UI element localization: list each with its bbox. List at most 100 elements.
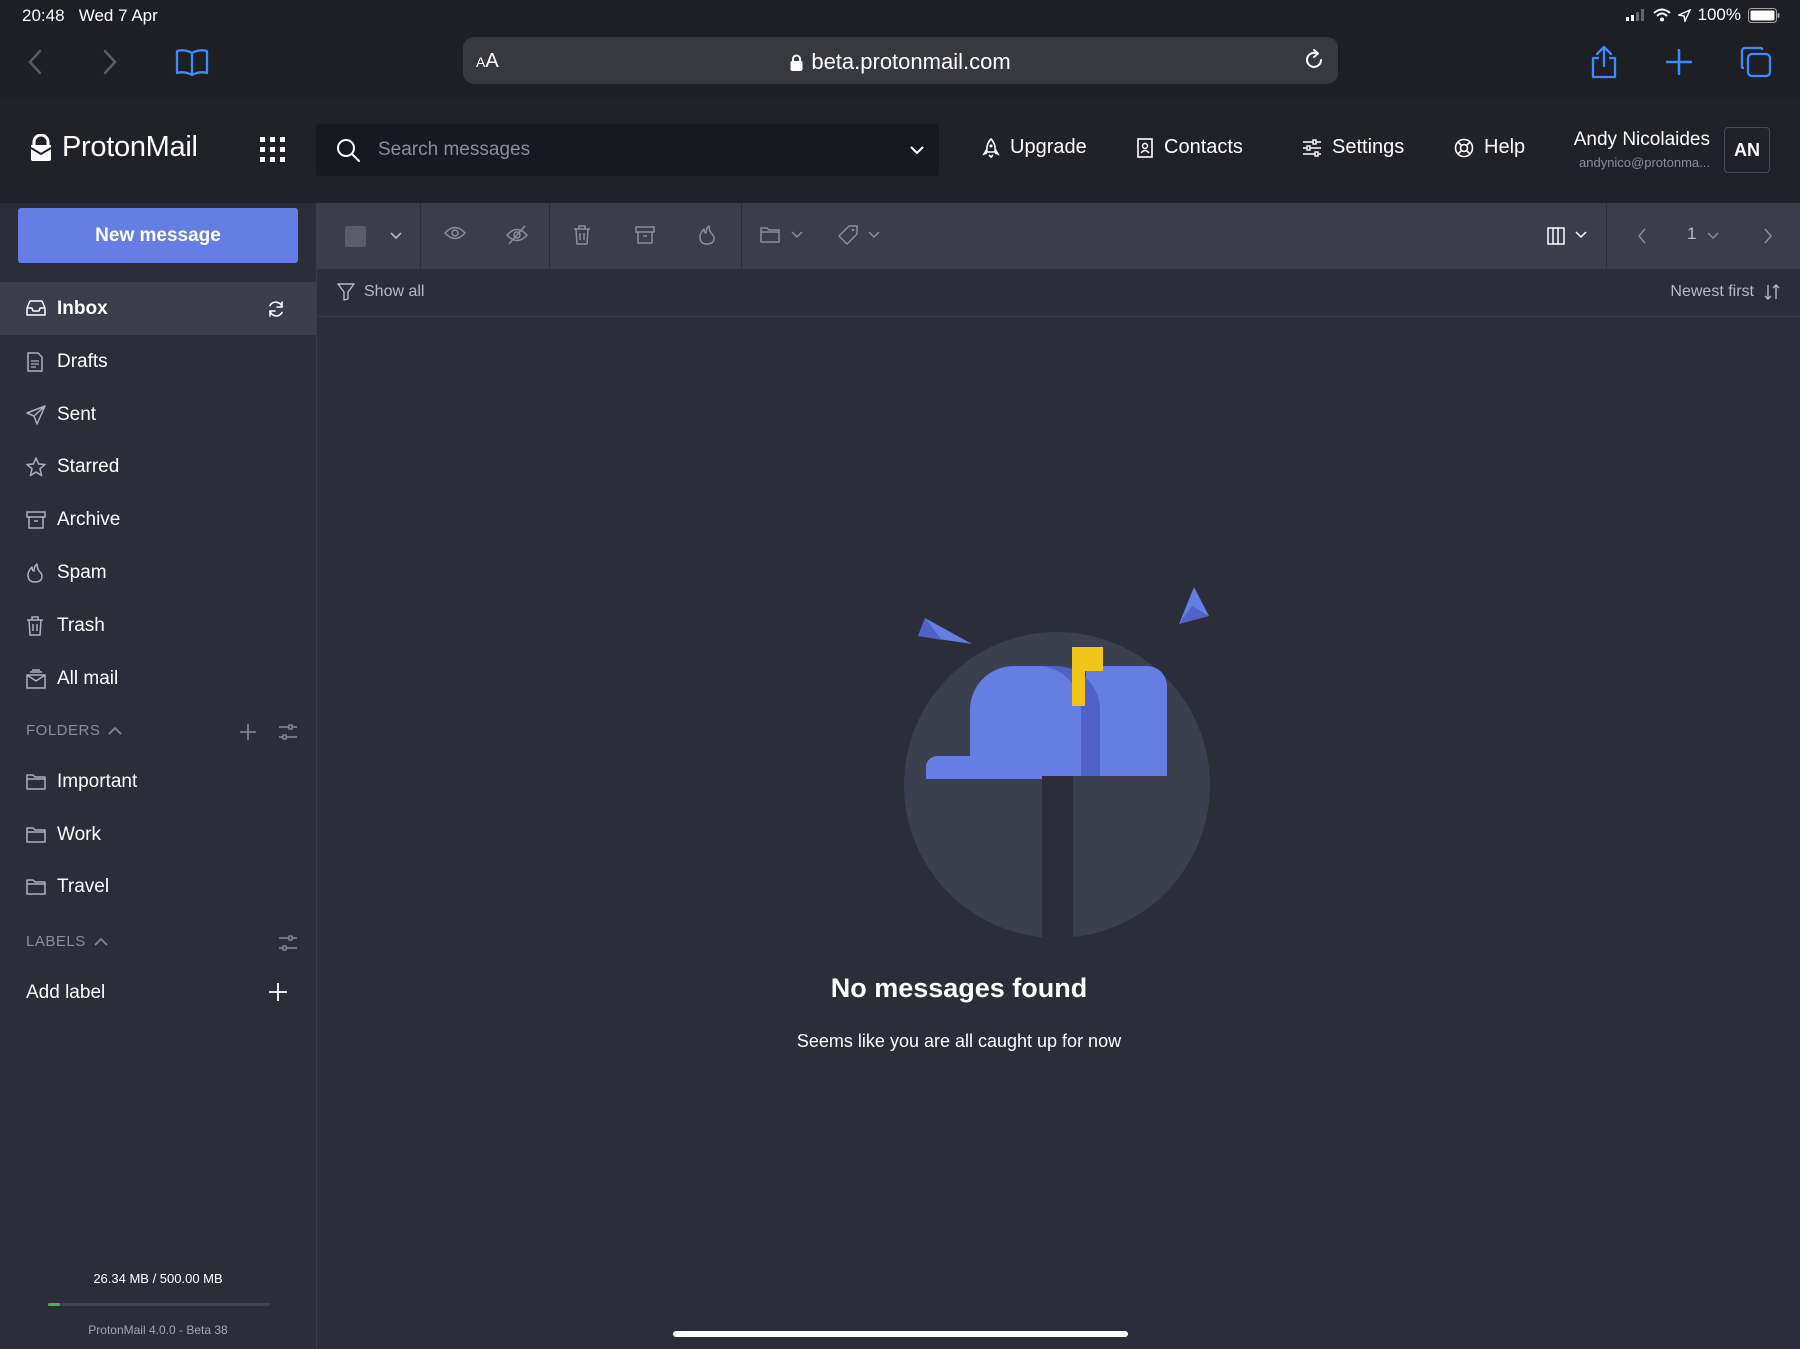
fire-icon [27, 563, 43, 583]
draft-icon [27, 352, 43, 372]
move-to-folder-icon[interactable] [760, 225, 780, 243]
folders-heading[interactable]: FOLDERS [26, 722, 122, 739]
app-header: ProtonMail Upgrade Contacts Settings Hel… [0, 99, 1800, 203]
sidebar-item-label: Spam [57, 562, 107, 583]
sidebar-item-label: All mail [57, 668, 119, 689]
folder-icon [26, 774, 46, 790]
avatar[interactable]: AN [1724, 127, 1770, 173]
apps-grid-icon[interactable] [260, 137, 286, 163]
trash-icon[interactable] [573, 225, 591, 245]
url-text: beta.protonmail.com [811, 49, 1011, 74]
share-button[interactable] [1584, 42, 1624, 82]
battery-percent: 100% [1697, 5, 1741, 24]
sort-icon [1764, 284, 1780, 300]
page-number[interactable]: 1 [1687, 224, 1696, 244]
add-folder-icon[interactable] [239, 723, 257, 741]
all-mail-icon [26, 669, 46, 689]
lifebuoy-icon [1454, 138, 1474, 157]
app-version: ProtonMail 4.0.0 - Beta 38 [88, 1323, 228, 1337]
upgrade-button[interactable]: Upgrade [982, 136, 1087, 159]
home-indicator[interactable] [673, 1331, 1128, 1337]
tabs-icon [1740, 46, 1772, 78]
label-settings-icon[interactable] [278, 934, 298, 952]
sidebar-item-drafts[interactable]: Drafts [0, 335, 316, 388]
filter-bar: Show all Newest first [317, 269, 1800, 317]
chevron-left-icon [28, 49, 42, 75]
add-label-text: Add label [26, 982, 106, 1003]
tabs-button[interactable] [1736, 42, 1776, 82]
empty-state-title: No messages found [830, 973, 1088, 1003]
new-tab-button[interactable] [1659, 42, 1699, 82]
chevron-down-icon[interactable] [1707, 232, 1719, 240]
storage-usage-text: 26.34 MB / 500.00 MB [93, 1271, 223, 1286]
chevron-up-icon [108, 726, 122, 735]
folder-icon [26, 879, 46, 895]
contacts-button[interactable]: Contacts [1136, 136, 1243, 159]
sidebar-item-starred[interactable]: Starred [0, 440, 316, 493]
help-button[interactable]: Help [1454, 136, 1525, 159]
search-input[interactable] [378, 124, 878, 176]
labels-heading[interactable]: LABELS [26, 933, 108, 950]
plus-icon [269, 983, 287, 1001]
filter-icon [337, 283, 355, 301]
mark-read-icon[interactable] [444, 225, 466, 241]
folder-settings-icon[interactable] [278, 723, 298, 741]
sidebar-item-label: Trash [57, 615, 105, 636]
address-bar[interactable]: AA beta.protonmail.com [463, 37, 1338, 84]
browser-toolbar: AA beta.protonmail.com [0, 30, 1800, 99]
settings-button[interactable]: Settings [1302, 136, 1404, 159]
rocket-icon [982, 137, 1000, 158]
refresh-icon[interactable] [266, 299, 286, 319]
paper-plane-icon [26, 405, 46, 425]
chevron-down-icon[interactable] [909, 142, 925, 158]
user-email[interactable]: andynico@protonma... [1566, 155, 1710, 170]
new-message-button[interactable]: New message [18, 208, 298, 263]
reload-icon[interactable] [1302, 48, 1326, 72]
protonmail-logo[interactable]: ProtonMail [30, 131, 198, 164]
status-time: 20:48 Wed 7 Apr [22, 6, 158, 25]
mark-unread-icon[interactable] [506, 225, 528, 245]
sidebar-folder-travel[interactable]: Travel [0, 860, 316, 913]
chevron-down-icon[interactable] [868, 231, 880, 239]
chevron-down-icon[interactable] [1575, 231, 1587, 239]
empty-mailbox-illustration [904, 587, 1210, 940]
battery-icon [1748, 7, 1780, 23]
chevron-down-icon[interactable] [791, 231, 803, 239]
sort-order[interactable]: Newest first [1670, 283, 1781, 301]
sidebar-item-trash[interactable]: Trash [0, 599, 316, 652]
show-all-filter[interactable]: Show all [337, 283, 424, 301]
chevron-up-icon [94, 937, 108, 946]
tag-icon[interactable] [838, 225, 858, 245]
sidebar-folder-important[interactable]: Important [0, 755, 316, 808]
inbox-icon [26, 300, 46, 316]
archive-icon[interactable] [635, 225, 655, 245]
chevron-down-icon[interactable] [389, 231, 403, 241]
add-label-button[interactable]: Add label [0, 966, 316, 1019]
folder-icon [26, 827, 46, 843]
back-button[interactable] [15, 42, 55, 82]
spam-icon[interactable] [698, 225, 716, 245]
layout-columns-icon[interactable] [1547, 227, 1565, 245]
sidebar-item-spam[interactable]: Spam [0, 546, 316, 599]
forward-button[interactable] [90, 42, 130, 82]
sidebar-item-label: Starred [57, 456, 120, 477]
next-page-icon[interactable] [1763, 228, 1773, 244]
sliders-icon [1303, 138, 1321, 157]
select-all-checkbox[interactable] [345, 226, 366, 247]
sidebar-item-sent[interactable]: Sent [0, 388, 316, 441]
sidebar-item-inbox[interactable]: Inbox [0, 282, 316, 335]
sidebar-item-archive[interactable]: Archive [0, 493, 316, 546]
proton-lock-icon [30, 133, 52, 161]
sidebar-item-label: Inbox [57, 298, 108, 319]
sidebar-item-label: Drafts [57, 351, 108, 372]
star-icon [26, 457, 46, 477]
empty-state-subtitle: Seems like you are all caught up for now [796, 1031, 1122, 1051]
sidebar-item-label: Sent [57, 404, 97, 425]
bookmarks-button[interactable] [172, 42, 212, 82]
sidebar-item-all-mail[interactable]: All mail [0, 652, 316, 705]
contacts-icon [1137, 137, 1153, 158]
search-bar[interactable] [316, 124, 939, 176]
sidebar-folder-work[interactable]: Work [0, 808, 316, 861]
user-name[interactable]: Andy Nicolaides [1572, 129, 1710, 151]
previous-page-icon[interactable] [1637, 228, 1647, 244]
